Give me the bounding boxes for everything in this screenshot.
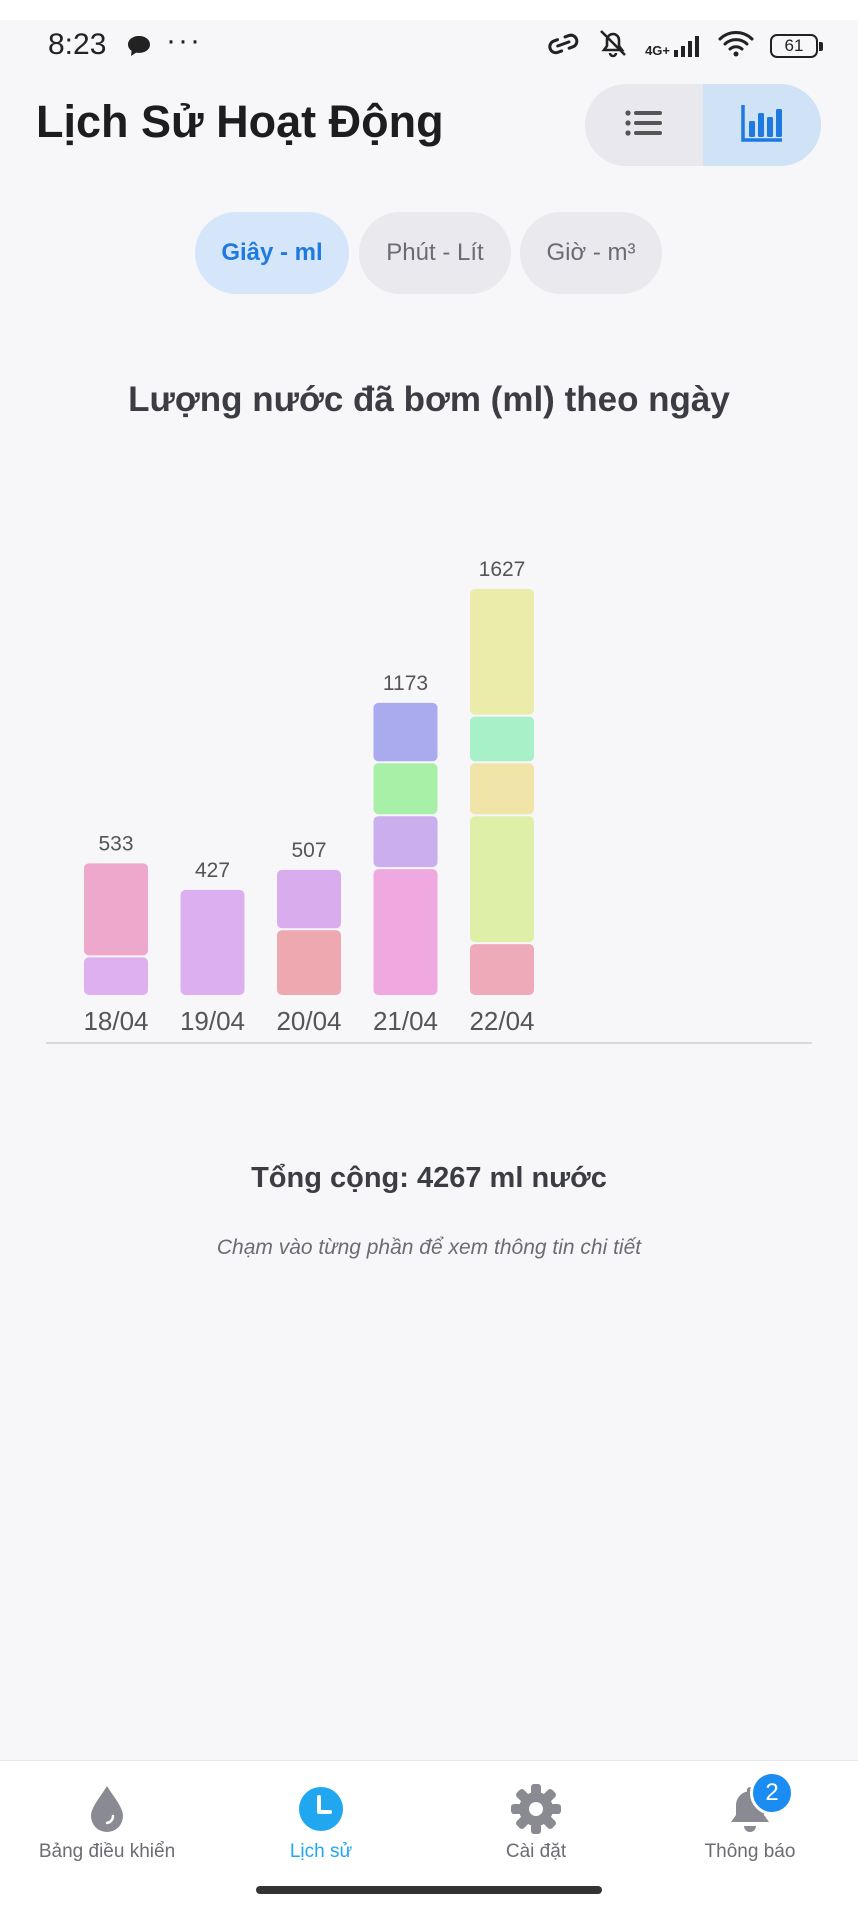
x-tick-label: 21/04 xyxy=(373,1006,438,1036)
bar-segment-21-04-3[interactable] xyxy=(373,702,438,762)
bar-total-label: 533 xyxy=(98,832,133,855)
nav-item-dashboard[interactable]: Bảng điều khiển xyxy=(0,1761,214,1881)
more-notifications-icon: ··· xyxy=(166,24,202,57)
chart-title: Lượng nước đã bơm (ml) theo ngày xyxy=(128,380,730,419)
unit-tab-seconds-ml[interactable]: Giây - ml xyxy=(195,212,349,294)
hint-text: Chạm vào từng phần để xem thông tin chi … xyxy=(216,1236,642,1259)
bar-segment-20-04-0[interactable] xyxy=(277,930,341,995)
clock-icon xyxy=(293,1781,349,1837)
chart-view-button[interactable] xyxy=(703,84,821,166)
bar-segment-22-04-0[interactable] xyxy=(470,944,534,995)
page-title: Lịch Sử Hoạt Động xyxy=(36,96,444,147)
bell-off-icon xyxy=(595,28,631,63)
nav-item-settings[interactable]: Cài đặt xyxy=(429,1761,643,1881)
bar-segment-22-04-2[interactable] xyxy=(470,763,534,815)
x-tick-label: 19/04 xyxy=(180,1006,245,1036)
nav-item-history[interactable]: Lịch sử xyxy=(214,1761,428,1881)
chat-bubble-icon xyxy=(126,34,152,63)
bar-segment-21-04-0[interactable] xyxy=(373,869,438,995)
status-time: 8:23 xyxy=(48,28,107,61)
top-edge xyxy=(0,0,858,20)
nav-label-dashboard: Bảng điều khiển xyxy=(38,1841,176,1862)
view-toggle[interactable] xyxy=(585,84,821,166)
unit-tab-minutes-liters[interactable]: Phút - Lít xyxy=(359,212,511,294)
stacked-bar-chart: 533 18/04 427 19/04 507 20/04 1173 21/04 1627 22/… xyxy=(46,558,812,1044)
wifi-icon xyxy=(716,28,756,63)
nav-label-settings: Cài đặt xyxy=(505,1841,567,1862)
bar-total-label: 427 xyxy=(195,859,230,882)
bar-segment-21-04-1[interactable] xyxy=(373,816,438,868)
gear-icon xyxy=(508,1781,564,1837)
home-indicator[interactable] xyxy=(256,1886,602,1894)
bar-segment-19-04-0[interactable] xyxy=(180,889,245,995)
bar-segment-22-04-4[interactable] xyxy=(470,589,534,715)
list-icon xyxy=(624,108,664,143)
nav-item-notifications[interactable]: Thông báo xyxy=(643,1761,857,1881)
battery-icon: 61 xyxy=(770,33,823,58)
x-tick-label: 20/04 xyxy=(276,1006,341,1036)
network-type: 4G+ xyxy=(645,42,670,58)
bar-segment-18-04-0[interactable] xyxy=(84,957,148,995)
unit-tab-hours-m3[interactable]: Giờ - m³ xyxy=(520,212,662,294)
bar-segment-22-04-3[interactable] xyxy=(470,716,534,762)
status-bar: 8:23 ··· 4G+ 61 xyxy=(0,20,858,70)
bar-segment-21-04-2[interactable] xyxy=(373,763,438,815)
bar-segment-22-04-1[interactable] xyxy=(470,816,534,943)
link-icon xyxy=(545,29,581,62)
water-drop-icon xyxy=(79,1781,135,1837)
nav-label-history: Lịch sử xyxy=(289,1841,353,1862)
total-summary: Tổng cộng: 4267 ml nước xyxy=(251,1162,607,1194)
x-tick-label: 18/04 xyxy=(83,1006,148,1036)
x-tick-label: 22/04 xyxy=(469,1006,534,1036)
bar-total-label: 507 xyxy=(291,839,326,862)
signal-icon: 4G+ xyxy=(645,34,702,58)
notification-badge: 2 xyxy=(750,1771,794,1815)
bar-total-label: 1627 xyxy=(479,558,526,581)
status-icons: 4G+ 61 xyxy=(545,28,823,63)
bar-total-label: 1173 xyxy=(383,672,428,695)
bar-segment-18-04-1[interactable] xyxy=(84,863,148,956)
nav-label-notifications: Thông báo xyxy=(704,1841,796,1862)
bar-chart-icon xyxy=(740,103,784,148)
bar-segment-20-04-1[interactable] xyxy=(277,869,341,929)
list-view-button[interactable] xyxy=(585,84,703,166)
